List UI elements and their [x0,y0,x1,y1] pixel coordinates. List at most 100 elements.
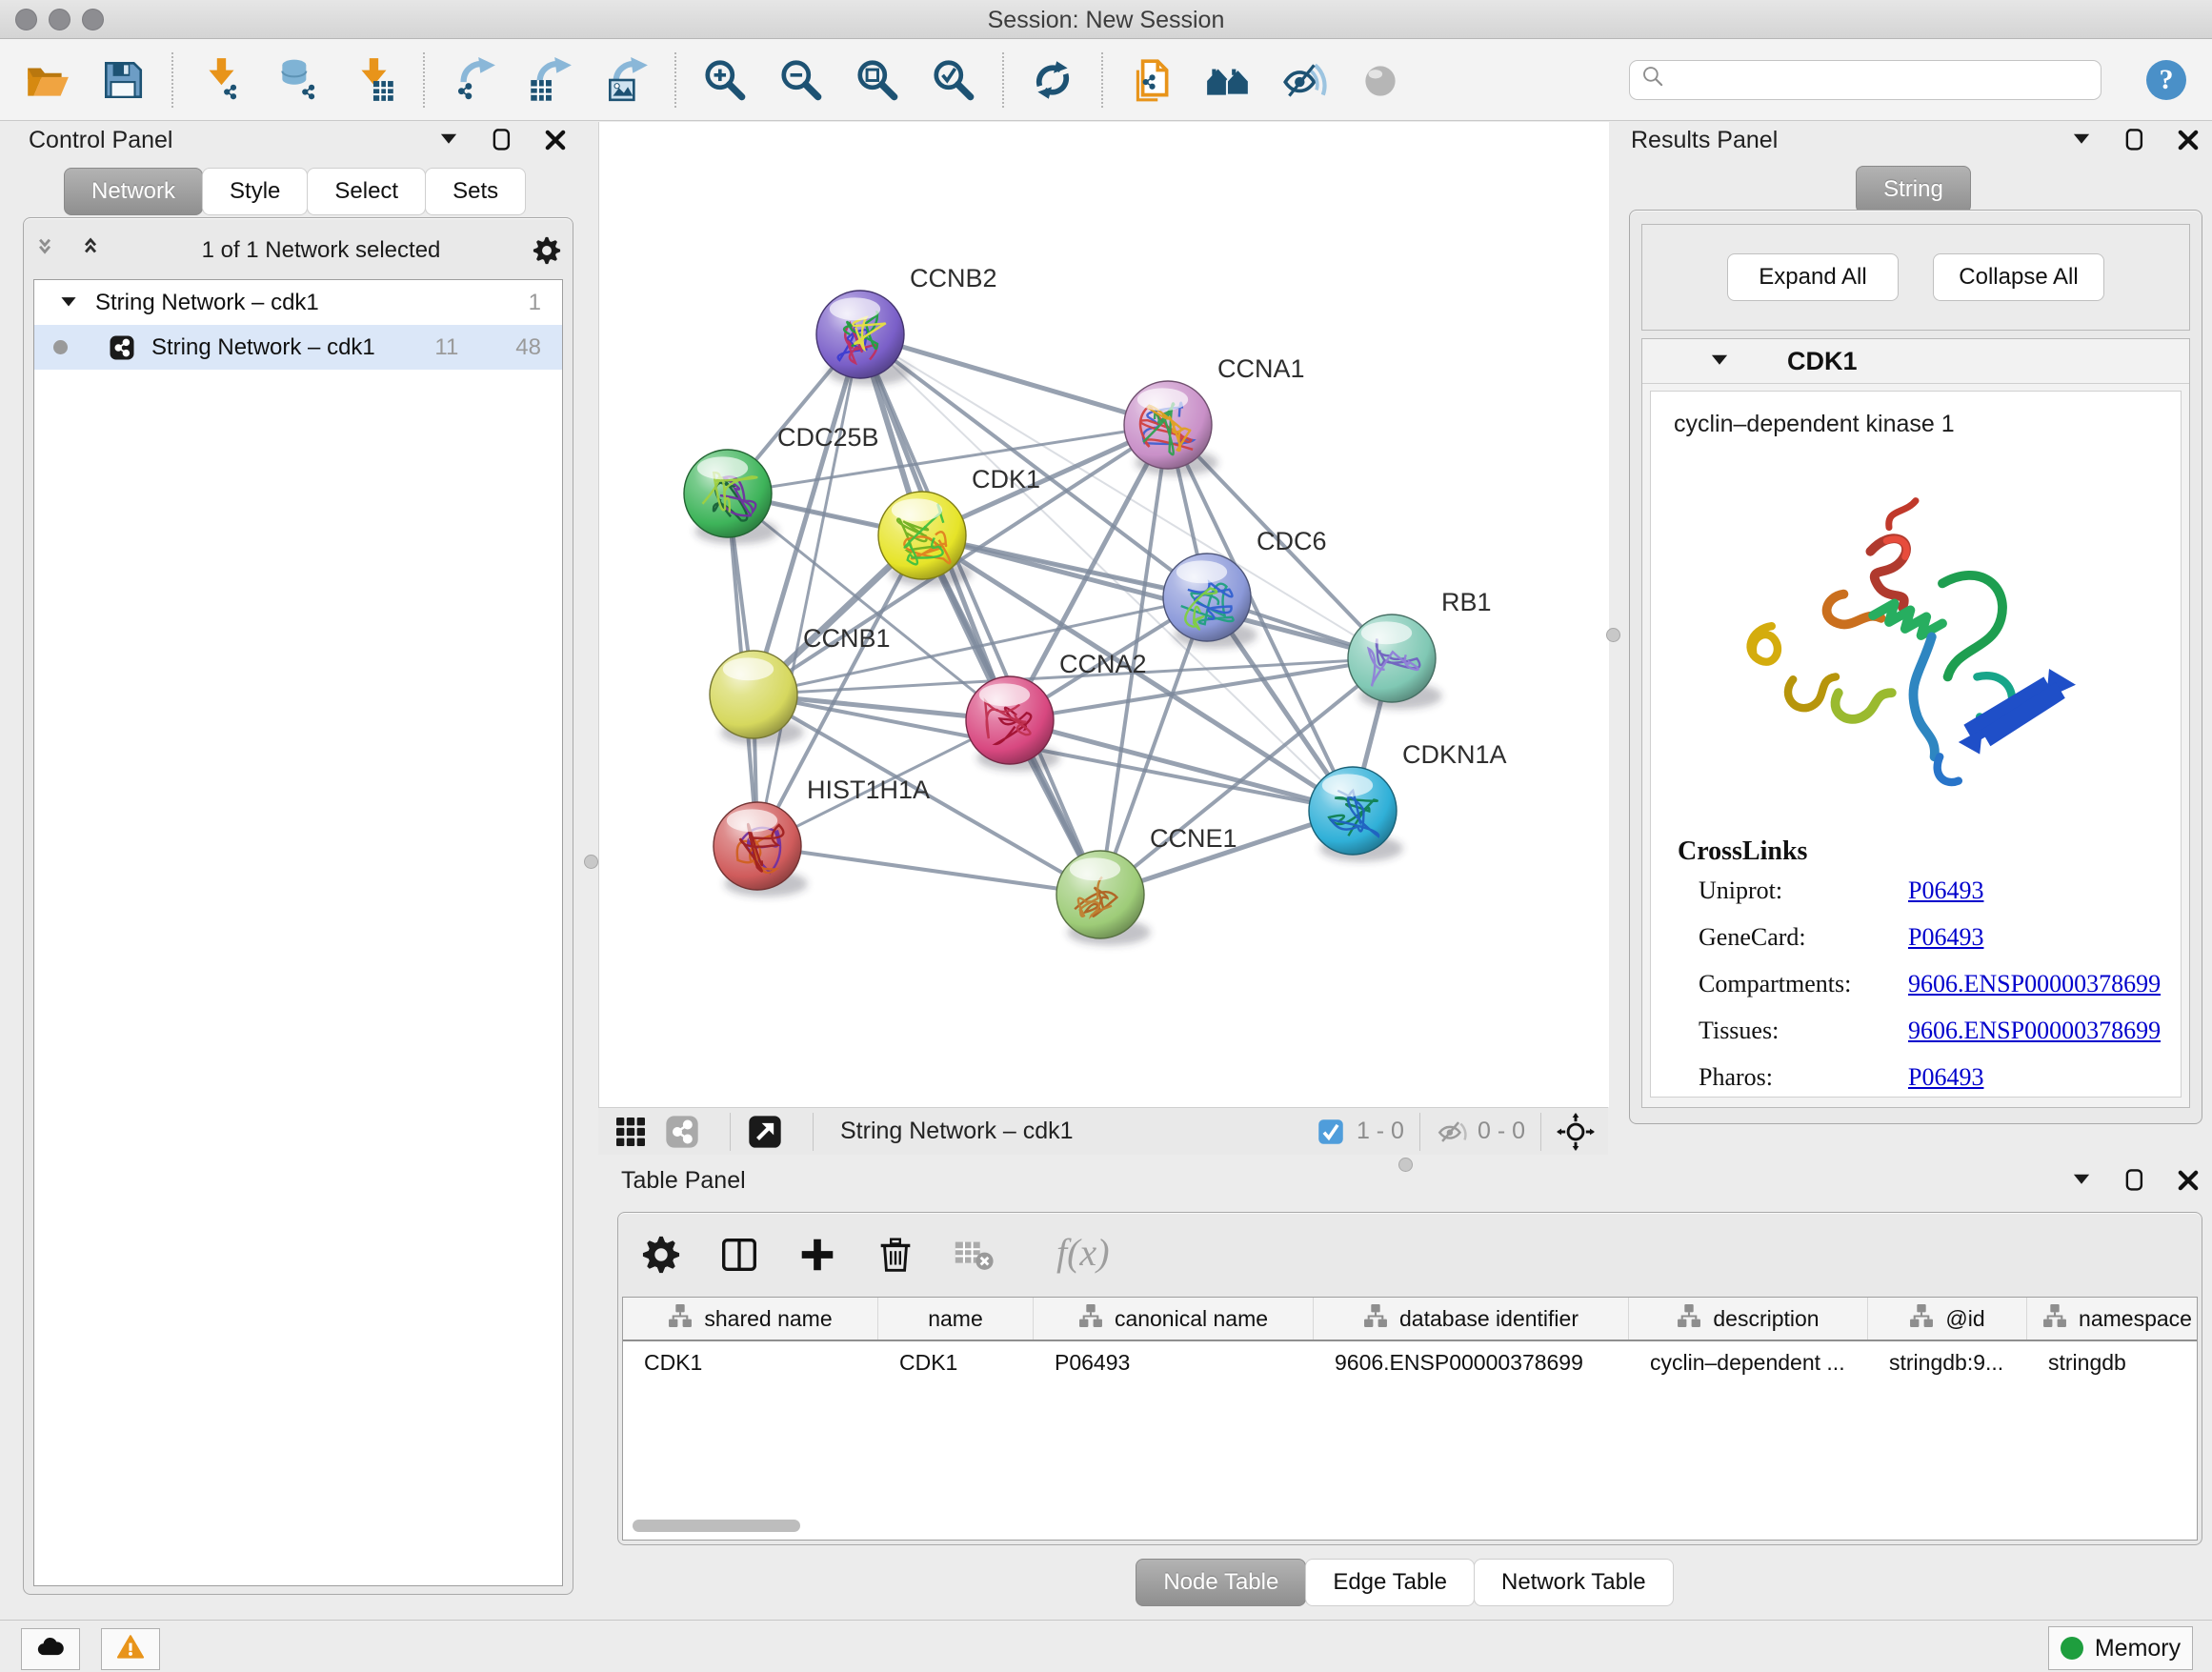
home-icon[interactable] [1204,56,1252,104]
import-database-icon[interactable] [274,56,322,104]
column-header-name[interactable]: name [878,1298,1034,1340]
grid-view-icon[interactable] [612,1113,650,1151]
control-panel-close-button[interactable] [541,126,570,154]
table-cell[interactable]: P06493 [1034,1341,1314,1383]
search-field[interactable] [1629,60,2101,100]
expand-all-button[interactable]: Expand All [1727,253,1899,301]
open-session-icon[interactable] [23,56,70,104]
column-header-description[interactable]: description [1629,1298,1868,1340]
cloud-button[interactable] [21,1628,80,1670]
results-panel-close-button[interactable] [2174,126,2202,154]
fit-selection-crosshair-icon[interactable] [1557,1113,1595,1151]
function-builder-button[interactable]: f(x) [1056,1230,1110,1275]
node-RB1[interactable]: RB1 [1348,588,1492,709]
table-cell[interactable]: 9606.ENSP00000378699 [1314,1341,1629,1383]
network-view-icon[interactable] [663,1113,701,1151]
node-CCNE1[interactable]: CCNE1 [1056,824,1237,945]
export-table-icon[interactable] [526,56,573,104]
table-panel-close-button[interactable] [2174,1166,2202,1195]
control-panel: Control Panel NetworkStyleSelectSets 1 o… [10,126,573,1595]
warnings-button[interactable] [101,1628,160,1670]
collapse-all-networks-icon[interactable] [33,234,66,267]
right-splitter-handle[interactable] [1606,628,1620,642]
zoom-in-icon[interactable] [701,56,749,104]
node-table[interactable]: shared namenamecanonical namedatabase id… [622,1297,2198,1541]
tab-style[interactable]: Style [202,168,308,215]
column-header-@id[interactable]: @id [1868,1298,2027,1340]
table-cell[interactable]: CDK1 [878,1341,1034,1383]
crosslink-link[interactable]: 9606.ENSP00000378699 [1908,970,2161,998]
network-options-gear-icon[interactable] [531,234,563,267]
column-header-namespace[interactable]: namespace [2027,1298,2198,1340]
table-cell[interactable]: stringdb:9... [1868,1341,2027,1383]
detach-view-icon[interactable] [746,1113,784,1151]
crosslink-link[interactable]: P06493 [1908,1063,1983,1092]
tab-network-table[interactable]: Network Table [1474,1559,1674,1606]
horizontal-scrollbar-thumb[interactable] [633,1520,800,1532]
network-graph[interactable]: CCNB2 CCNA1 CDC25B CDK1 CDC6 RB1 CCNB1 [599,122,1609,1107]
results-panel-menu-button[interactable] [2067,126,2096,154]
column-header-canonical-name[interactable]: canonical name [1034,1298,1314,1340]
collapse-all-button[interactable]: Collapse All [1933,253,2104,301]
entry-expander-icon[interactable] [1705,347,1734,375]
collection-expander-icon[interactable] [55,290,82,316]
tab-sets[interactable]: Sets [425,168,526,215]
node-CDKN1A[interactable]: CDKN1A [1309,740,1507,861]
trash-icon[interactable] [874,1233,917,1277]
search-input[interactable] [1668,63,2101,97]
tab-string[interactable]: String [1856,166,1971,213]
node-CCNA1[interactable]: CCNA1 [1124,354,1305,475]
tab-edge-table[interactable]: Edge Table [1305,1559,1475,1606]
tab-select[interactable]: Select [307,168,426,215]
node-result-header[interactable]: CDK1 [1642,339,2189,384]
refresh-icon[interactable] [1029,56,1076,104]
results-panel-float-button[interactable] [2121,126,2149,154]
edge-HIST1H1A-CCNE1[interactable] [757,846,1100,895]
birdseye-icon[interactable] [1357,56,1404,104]
crosslink-link[interactable]: P06493 [1908,923,1983,952]
table-cell[interactable]: cyclin–dependent ... [1629,1341,1868,1383]
export-image-icon[interactable] [602,56,650,104]
add-icon[interactable] [795,1233,839,1277]
crosslink-label: Uniprot: [1699,876,1908,905]
memory-label: Memory [2095,1635,2181,1662]
network-canvas[interactable]: CCNB2 CCNA1 CDC25B CDK1 CDC6 RB1 CCNB1 [598,122,1609,1107]
zoom-out-icon[interactable] [777,56,825,104]
table-delete-icon[interactable] [952,1233,995,1277]
import-table-icon[interactable] [351,56,398,104]
column-split-icon[interactable] [717,1233,761,1277]
node-CDC25B[interactable]: CDC25B [684,423,879,544]
save-session-icon[interactable] [99,56,147,104]
crosslink-link[interactable]: P06493 [1908,876,1983,905]
zoom-fit-icon[interactable] [854,56,901,104]
table-panel-float-button[interactable] [2121,1166,2149,1195]
horizontal-splitter-handle[interactable] [1398,1158,1413,1172]
memory-button[interactable]: Memory [2048,1626,2193,1670]
tab-network[interactable]: Network [64,168,203,215]
table-panel-menu-button[interactable] [2067,1166,2096,1195]
column-header-database-identifier[interactable]: database identifier [1314,1298,1629,1340]
edge-CCNB2-HIST1H1A[interactable] [757,334,860,846]
network-collection-row[interactable]: String Network – cdk1 1 [34,280,562,325]
help-button[interactable]: ? [2143,57,2189,103]
export-network-icon[interactable] [450,56,497,104]
control-panel-float-button[interactable] [488,126,516,154]
table-row[interactable]: CDK1CDK1P064939606.ENSP00000378699cyclin… [623,1341,2197,1383]
hide-graphics-details-icon[interactable] [1280,56,1328,104]
search-icon [1639,63,1668,96]
tab-node-table[interactable]: Node Table [1136,1559,1306,1606]
crosslink-link[interactable]: 9606.ENSP00000378699 [1908,1017,2161,1045]
gear-icon[interactable] [639,1233,683,1277]
network-row[interactable]: String Network – cdk1 11 48 [34,325,562,370]
expand-all-networks-icon[interactable] [79,234,111,267]
table-cell[interactable]: stringdb [2027,1341,2198,1383]
zoom-selected-icon[interactable] [930,56,977,104]
control-panel-menu-button[interactable] [434,126,463,154]
column-header-shared-name[interactable]: shared name [623,1298,878,1340]
table-cell[interactable]: CDK1 [623,1341,878,1383]
node-HIST1H1A[interactable]: HIST1H1A [714,776,930,896]
clone-network-icon[interactable] [1128,56,1176,104]
import-network-icon[interactable] [198,56,246,104]
left-splitter-handle[interactable] [584,855,598,869]
selected-checkbox-icon[interactable] [1315,1116,1347,1148]
